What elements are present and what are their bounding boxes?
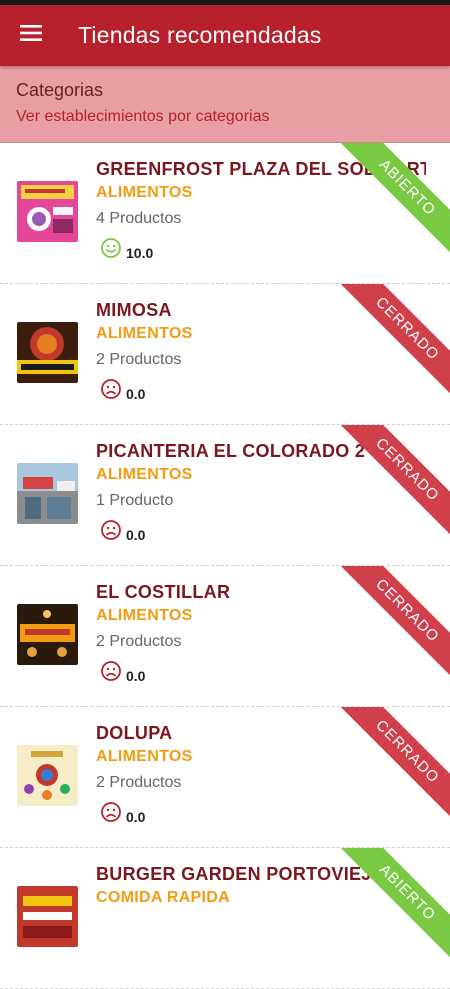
store-category: ALIMENTOS	[96, 466, 193, 483]
store-thumbnail	[17, 322, 78, 383]
categories-link[interactable]: Ver establecimientos por categorias	[16, 108, 269, 126]
happy-face-icon	[100, 237, 122, 259]
store-card[interactable]: BURGER GARDEN PORTOVIEJO COMIDA RAPIDA A…	[0, 848, 450, 989]
store-list: GREENFROST PLAZA DEL SOL PORTOVI ALIMENT…	[0, 143, 450, 989]
store-category: COMIDA RAPIDA	[96, 889, 230, 906]
store-products-count: 2 Productos	[96, 774, 182, 791]
store-card[interactable]: PICANTERIA EL COLORADO 2 ALIMENTOS 1 Pro…	[0, 425, 450, 566]
store-rating: 10.0	[126, 245, 154, 261]
store-card[interactable]: DOLUPA ALIMENTOS 2 Productos 0.0 CERRADO	[0, 707, 450, 848]
store-category: ALIMENTOS	[96, 184, 193, 201]
menu-button[interactable]	[0, 5, 62, 66]
store-thumbnail	[17, 181, 78, 242]
sad-face-icon	[100, 660, 122, 682]
store-thumbnail	[17, 604, 78, 665]
store-rating: 0.0	[126, 668, 146, 684]
store-category: ALIMENTOS	[96, 325, 193, 342]
categories-banner[interactable]: Categorias Ver establecimientos por cate…	[0, 66, 450, 143]
app-bar: Tiendas recomendadas	[0, 5, 450, 66]
sad-face-icon	[100, 378, 122, 400]
sad-face-icon	[100, 801, 122, 823]
categories-title: Categorias	[16, 80, 104, 100]
store-rating: 0.0	[126, 809, 146, 825]
store-thumbnail	[17, 745, 78, 806]
page-title: Tiendas recomendadas	[78, 22, 322, 48]
store-card[interactable]: EL COSTILLAR ALIMENTOS 2 Productos 0.0 C…	[0, 566, 450, 707]
store-products-count: 2 Productos	[96, 633, 182, 650]
store-thumbnail	[17, 886, 78, 947]
store-category: ALIMENTOS	[96, 607, 193, 624]
store-products-count: 1 Producto	[96, 492, 174, 509]
store-products-count: 2 Productos	[96, 351, 182, 368]
store-card[interactable]: GREENFROST PLAZA DEL SOL PORTOVI ALIMENT…	[0, 143, 450, 284]
store-thumbnail	[17, 463, 78, 524]
hamburger-menu-icon	[20, 24, 42, 47]
sad-face-icon	[100, 519, 122, 541]
store-rating: 0.0	[126, 386, 146, 402]
store-category: ALIMENTOS	[96, 748, 193, 765]
store-rating: 0.0	[126, 527, 146, 543]
store-card[interactable]: MIMOSA ALIMENTOS 2 Productos 0.0 CERRADO	[0, 284, 450, 425]
store-products-count: 4 Productos	[96, 210, 182, 227]
